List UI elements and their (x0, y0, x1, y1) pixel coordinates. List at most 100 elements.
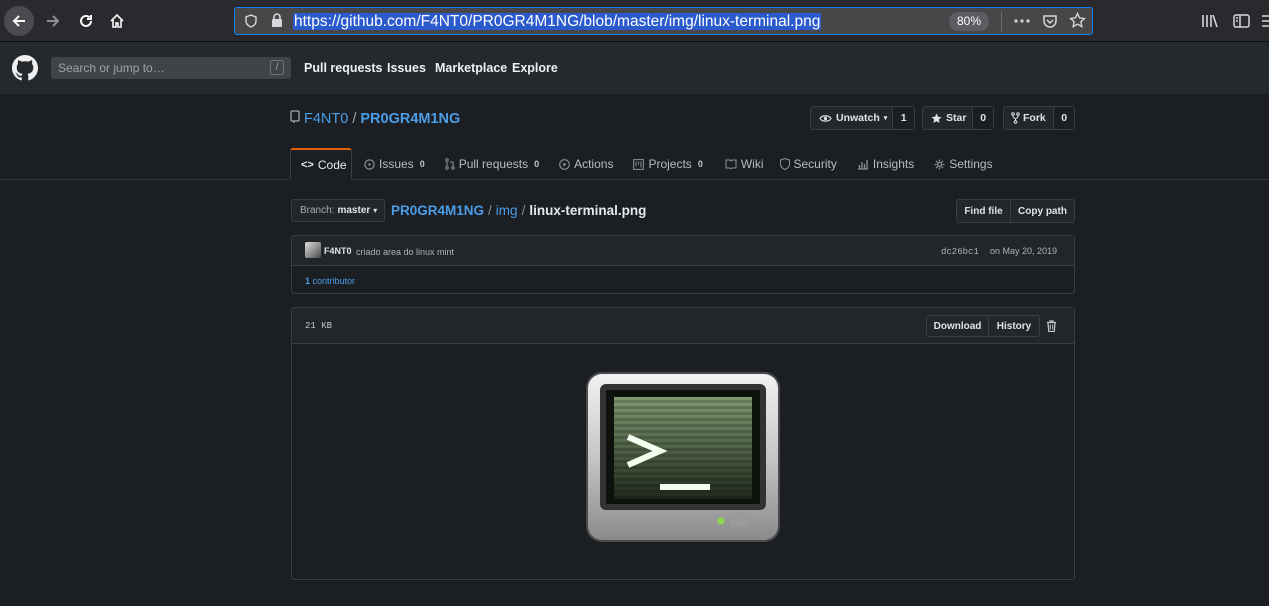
more-actions-icon[interactable] (1013, 14, 1031, 28)
trash-icon[interactable] (1046, 319, 1057, 337)
star-icon (931, 113, 942, 123)
book-icon (725, 159, 737, 169)
fork-label: Fork (1023, 112, 1046, 124)
star-label-wrap[interactable]: Star (923, 112, 972, 124)
home-button[interactable] (102, 6, 132, 36)
tab-code-label: Code (317, 157, 347, 172)
terminal-image (584, 370, 782, 549)
reload-button[interactable] (71, 6, 101, 36)
gear-icon (934, 159, 945, 169)
menu-icon[interactable] (1262, 13, 1269, 29)
branch-prefix: Branch: (300, 205, 335, 216)
copy-path-button[interactable]: Copy path (1011, 199, 1075, 223)
arrow-right-icon (47, 15, 60, 27)
github-logo-icon[interactable] (12, 55, 38, 86)
tab-issues-count: 0 (419, 159, 425, 169)
star-count[interactable]: 0 (972, 107, 993, 129)
unwatch-button[interactable]: Unwatch ▾ 1 (810, 106, 915, 130)
tab-projects[interactable]: Projects 0 (619, 148, 708, 180)
tab-settings-label: Settings (949, 157, 993, 171)
contributors-label: contributor (312, 276, 356, 286)
fork-icon (1011, 112, 1020, 124)
nav-marketplace[interactable]: Marketplace (435, 61, 507, 75)
pocket-icon[interactable] (1042, 13, 1058, 29)
fork-label-wrap[interactable]: Fork (1004, 112, 1053, 124)
commit-message-link[interactable]: criado area do linux mint (356, 247, 454, 257)
lock-icon[interactable] (271, 13, 283, 28)
file-size: 21 KB (305, 321, 333, 331)
nav-pull-requests[interactable]: Pull requests (304, 61, 383, 75)
file-viewer: 21 KB Download History (291, 307, 1075, 580)
fork-button[interactable]: Fork 0 (1003, 106, 1075, 130)
search-placeholder: Search or jump to… (58, 61, 165, 75)
repo-separator: / (352, 110, 357, 127)
tab-insights-label: Insights (872, 157, 915, 171)
history-button[interactable]: History (989, 315, 1040, 337)
tab-code[interactable]: <> Code (290, 148, 352, 180)
home-icon (110, 13, 124, 28)
tab-security-label: Security (793, 157, 837, 171)
tab-wiki[interactable]: Wiki (709, 148, 770, 180)
tab-pull-requests[interactable]: Pull requests 0 (431, 148, 545, 180)
tab-actions-label: Actions (574, 157, 614, 171)
fork-count[interactable]: 0 (1053, 107, 1074, 129)
branch-selector[interactable]: Branch: master ▾ (291, 199, 385, 222)
breadcrumb-root-link[interactable]: PR0GR4M1NG (391, 203, 484, 218)
find-file-button[interactable]: Find file (956, 199, 1011, 223)
watch-count[interactable]: 1 (892, 107, 914, 129)
file-actions: Download History (926, 315, 1040, 337)
contributors-link[interactable]: 1 contributor (305, 276, 355, 286)
url-text[interactable]: https://github.com/F4NT0/PR0GR4M1NG/blob… (293, 13, 822, 30)
tab-insights[interactable]: Insights (843, 148, 920, 180)
tab-issues[interactable]: Issues 0 (352, 148, 431, 180)
repo-icon (290, 110, 300, 127)
file-navigation-buttons: Find file Copy path (956, 199, 1075, 223)
unwatch-label-wrap[interactable]: Unwatch ▾ (811, 112, 892, 124)
play-icon (559, 158, 570, 170)
url-bar[interactable]: https://github.com/F4NT0/PR0GR4M1NG/blob… (234, 7, 1093, 35)
code-icon: <> (301, 158, 314, 171)
tab-pull-requests-label: Pull requests (458, 157, 529, 171)
breadcrumb-separator: / (488, 203, 492, 218)
tab-projects-label: Projects (648, 157, 692, 171)
latest-commit: F4NT0 criado area do linux mint dc26bc1 … (292, 236, 1074, 266)
file-header: 21 KB Download History (292, 308, 1074, 344)
breadcrumb-file: linux-terminal.png (529, 203, 647, 218)
github-header: Search or jump to… / Pull requests Issue… (0, 42, 1269, 94)
sidebar-icon[interactable] (1233, 13, 1251, 29)
breadcrumb: PR0GR4M1NG / img / linux-terminal.png (391, 203, 646, 218)
forward-button[interactable] (38, 6, 68, 36)
nav-issues[interactable]: Issues (387, 61, 426, 75)
shield-icon[interactable] (244, 14, 258, 28)
star-button[interactable]: Star 0 (922, 106, 994, 130)
tab-actions[interactable]: Actions (545, 148, 619, 180)
bookmark-star-icon[interactable] (1069, 12, 1086, 29)
repo-tabs: <> Code Issues 0 Pull requests 0 Actions… (290, 148, 999, 180)
tab-security[interactable]: Security (770, 148, 843, 180)
nav-explore[interactable]: Explore (512, 61, 558, 75)
tab-settings[interactable]: Settings (920, 148, 998, 180)
breadcrumb-dir-link[interactable]: img (496, 203, 518, 218)
download-button[interactable]: Download (926, 315, 989, 337)
tab-pull-requests-count: 0 (534, 159, 540, 169)
branch-name: master (337, 205, 371, 216)
shield-icon (779, 158, 790, 170)
back-button[interactable] (4, 6, 34, 36)
project-icon (633, 158, 645, 170)
arrow-left-icon (12, 15, 25, 27)
search-shortcut-hint: / (270, 60, 284, 75)
avatar[interactable] (305, 242, 321, 258)
commit-sha-link[interactable]: dc26bc1 (941, 247, 979, 257)
commit-author-link[interactable]: F4NT0 (324, 246, 352, 256)
browser-toolbar: https://github.com/F4NT0/PR0GR4M1NG/blob… (0, 0, 1269, 42)
star-label: Star (946, 112, 967, 124)
library-icon[interactable] (1201, 13, 1219, 29)
tab-wiki-label: Wiki (740, 157, 764, 171)
search-input[interactable]: Search or jump to… / (51, 57, 291, 79)
pull-request-icon (444, 158, 455, 170)
zoom-level[interactable]: 80% (949, 12, 989, 31)
graph-icon (857, 159, 868, 170)
repo-owner-link[interactable]: F4NT0 (304, 111, 348, 127)
tab-issues-label: Issues (379, 157, 414, 171)
repo-name-link[interactable]: PR0GR4M1NG (360, 111, 460, 127)
